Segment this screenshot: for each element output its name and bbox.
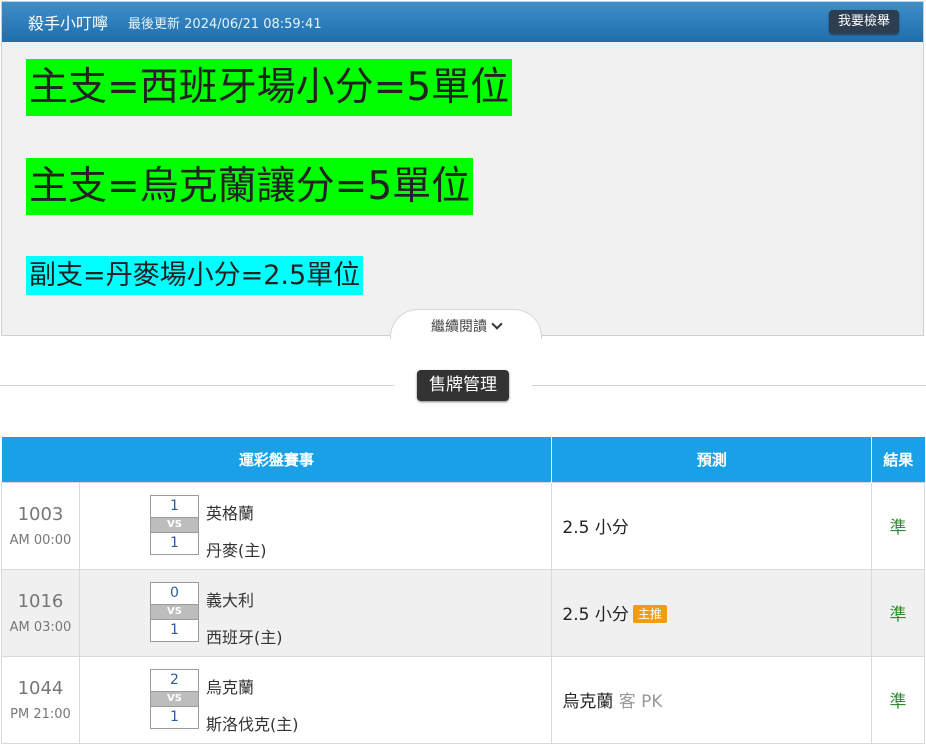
panel-header: 殺手小叮嚀 最後更新 2024/06/21 08:59:41 我要檢舉 — [2, 2, 923, 42]
prediction-text: 2.5 小分 — [562, 605, 629, 625]
match-code-cell: 1044 PM 21:00 — [1, 655, 80, 744]
team-bottom: 丹麥(主) — [205, 540, 267, 560]
match-code-cell: 1016 AM 03:00 — [1, 568, 80, 657]
score-bottom: 1 — [149, 531, 199, 555]
result-cell: 準 — [871, 655, 925, 744]
read-more-button[interactable]: 繼續閱讀 — [390, 309, 542, 339]
score-top: 0 — [149, 581, 199, 605]
featured-badge: 主推 — [632, 605, 667, 623]
match-code-cell: 1003 AM 00:00 — [1, 481, 80, 570]
prediction-text: 烏克蘭 — [562, 692, 614, 712]
prediction-suffix: 客 PK — [618, 692, 663, 712]
match-cell: 2 VS 1 烏克蘭 斯洛伐克(主) — [78, 655, 553, 744]
prediction-cell: 2.5 小分 — [551, 481, 873, 570]
match-cell: 0 VS 1 義大利 西班牙(主) — [78, 568, 553, 657]
header-matches: 運彩盤賽事 — [1, 437, 553, 482]
prediction-cell: 烏克蘭 客 PK — [551, 655, 873, 744]
panel-title: 殺手小叮嚀 — [28, 14, 109, 33]
scorebox: 0 VS 1 — [149, 581, 199, 642]
match-code: 1016 — [17, 590, 64, 612]
match-cell: 1 VS 1 英格蘭 丹麥(主) — [78, 481, 553, 570]
tip-line-main-1: 主支=西班牙場小分=5單位 — [26, 59, 513, 116]
result-cell: 準 — [871, 481, 925, 570]
table-row: 1016 AM 03:00 0 VS 1 義大利 西班牙(主) 2.5 小分 主推… — [1, 568, 925, 657]
sale-management-button[interactable]: 售牌管理 — [417, 370, 509, 401]
team-bottom: 西班牙(主) — [205, 627, 283, 647]
result-cell: 準 — [871, 568, 925, 657]
score-bottom: 1 — [149, 705, 199, 729]
divider-left — [0, 385, 394, 386]
table-row: 1003 AM 00:00 1 VS 1 英格蘭 丹麥(主) 2.5 小分 準 — [1, 481, 925, 570]
score-bottom: 1 — [149, 618, 199, 642]
team-top: 烏克蘭 — [205, 677, 254, 697]
prediction-text: 2.5 小分 — [562, 518, 629, 538]
score-top: 1 — [149, 494, 199, 518]
divider-right — [532, 385, 926, 386]
match-time: AM 00:00 — [9, 532, 72, 548]
header-result: 結果 — [871, 437, 925, 482]
match-code: 1044 — [17, 677, 64, 699]
vs-label: VS — [149, 691, 199, 706]
table-row: 1044 PM 21:00 2 VS 1 烏克蘭 斯洛伐克(主) 烏克蘭 客 P… — [1, 655, 925, 744]
read-more-label: 繼續閱讀 — [431, 319, 487, 335]
teams: 義大利 西班牙(主) — [206, 582, 283, 656]
predictions-table: 運彩盤賽事 預測 結果 1003 AM 00:00 1 VS 1 英格蘭 丹麥(… — [1, 437, 925, 744]
team-bottom: 斯洛伐克(主) — [205, 714, 299, 734]
vs-label: VS — [149, 604, 199, 619]
score-top: 2 — [149, 668, 199, 692]
match-time: AM 03:00 — [9, 619, 72, 635]
teams: 烏克蘭 斯洛伐克(主) — [206, 669, 299, 743]
teams: 英格蘭 丹麥(主) — [206, 495, 267, 569]
scorebox: 1 VS 1 — [149, 494, 199, 555]
team-top: 英格蘭 — [205, 503, 254, 523]
prediction-cell: 2.5 小分 主推 — [551, 568, 873, 657]
last-updated: 最後更新 2024/06/21 08:59:41 — [128, 16, 322, 32]
header-prediction: 預測 — [551, 437, 873, 482]
tip-line-main-2: 主支=烏克蘭讓分=5單位 — [26, 158, 474, 215]
chevron-down-icon — [491, 318, 503, 330]
scorebox: 2 VS 1 — [149, 668, 199, 729]
match-code: 1003 — [17, 503, 64, 525]
tips-panel: 殺手小叮嚀 最後更新 2024/06/21 08:59:41 我要檢舉 主支=西… — [1, 1, 924, 339]
report-button[interactable]: 我要檢舉 — [828, 10, 899, 34]
team-top: 義大利 — [205, 590, 254, 610]
table-header-row: 運彩盤賽事 預測 結果 — [1, 437, 925, 482]
match-time: PM 21:00 — [10, 706, 71, 722]
tip-line-secondary: 副支=丹麥場小分=2.5單位 — [26, 256, 364, 295]
vs-label: VS — [149, 517, 199, 532]
